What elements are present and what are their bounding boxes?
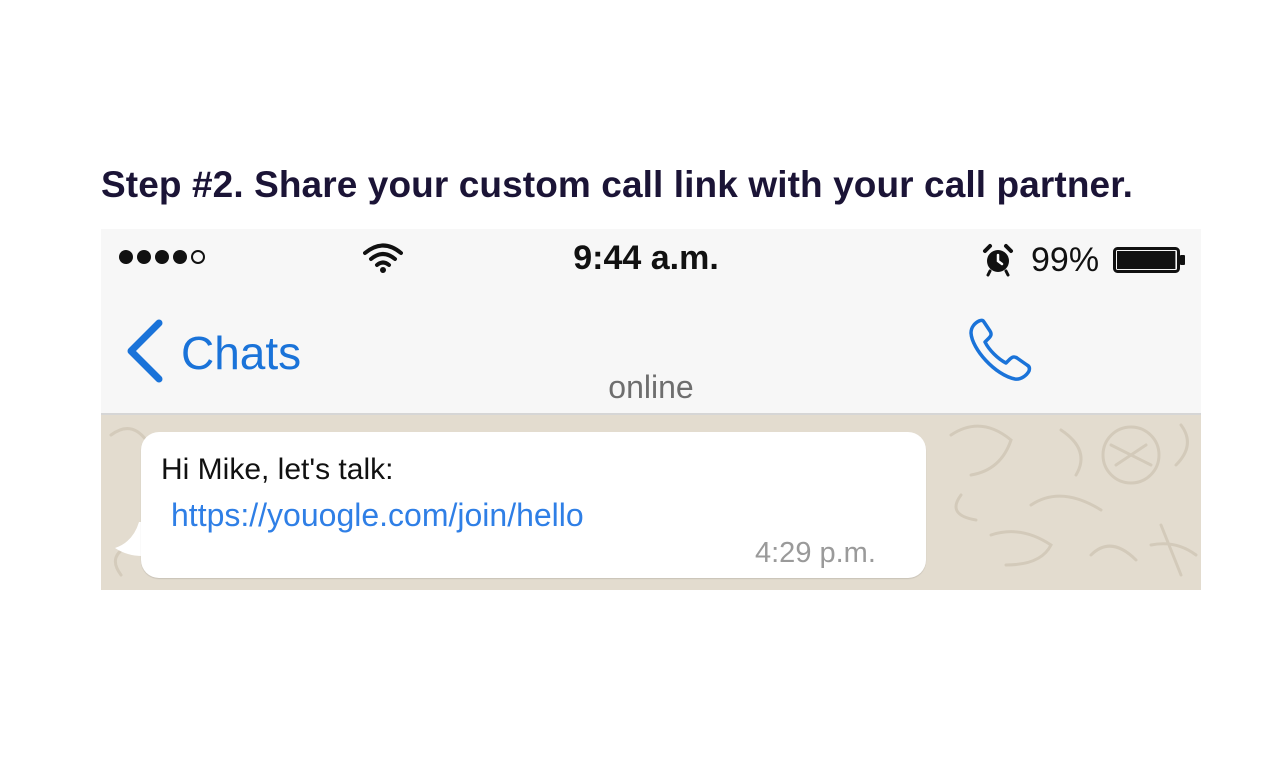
call-link[interactable]: https://youogle.com/join/hello (171, 497, 584, 534)
battery-percentage: 99% (1031, 241, 1100, 279)
alarm-clock-icon (981, 243, 1015, 282)
phone-icon[interactable] (965, 313, 1037, 390)
chat-navigation-bar: Chats online (101, 289, 1201, 415)
message-timestamp: 4:29 p.m. (755, 537, 876, 569)
status-bar: 9:44 a.m. 99% (101, 229, 1201, 289)
chat-background: Hi Mike, let's talk: https://youogle.com… (101, 415, 1201, 590)
page-heading: Step #2. Share your custom call link wit… (101, 164, 1134, 205)
message-text: Hi Mike, let's talk: (161, 453, 394, 486)
battery-icon (1113, 247, 1187, 278)
phone-screenshot: 9:44 a.m. 99% Chats online Hi Mike, let'… (101, 229, 1201, 590)
